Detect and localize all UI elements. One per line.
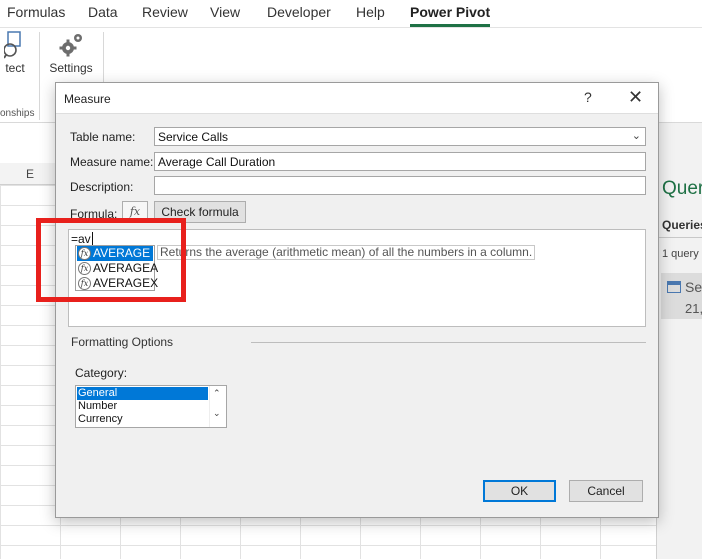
autocomplete-item-averagea[interactable]: fx AVERAGEA <box>77 261 158 276</box>
chevron-down-icon[interactable]: ⌄ <box>213 408 221 419</box>
query-count: 1 query <box>662 248 699 260</box>
ok-button[interactable]: OK <box>483 480 556 502</box>
fx-icon: fx <box>129 205 141 218</box>
autocomplete-list: fx AVERAGE fx AVERAGEA fx AVERAGEX <box>75 245 158 291</box>
description-label: Description: <box>70 180 134 194</box>
queries-pane: Queri Queries 1 query Ser 21, <box>656 123 702 559</box>
function-tooltip: Returns the average (arithmetic mean) of… <box>157 245 536 260</box>
category-option-number[interactable]: Number <box>77 400 208 413</box>
table-icon <box>667 281 681 293</box>
tab-developer[interactable]: Developer <box>267 4 331 20</box>
category-label: Category: <box>75 366 128 380</box>
description-field[interactable] <box>154 176 646 195</box>
function-icon: fx <box>78 247 91 260</box>
table-name-label: Table name: <box>70 130 136 144</box>
detect-button[interactable]: tect <box>0 30 30 75</box>
fx-button[interactable]: fx <box>122 201 148 223</box>
detect-label: tect <box>5 61 25 75</box>
chevron-down-icon: ⌄ <box>631 130 641 142</box>
measure-name-label: Measure name: <box>70 155 154 169</box>
tab-view[interactable]: View <box>210 4 240 20</box>
autocomplete-item-averagex[interactable]: fx AVERAGEX <box>77 276 158 291</box>
measure-dialog: Measure ? ✕ Table name: Service Calls ⌄ … <box>55 82 659 518</box>
function-icon: fx <box>78 262 91 275</box>
queries-pane-title: Queri <box>662 178 702 199</box>
autocomplete-item-label: AVERAGE <box>93 246 151 260</box>
query-item-rows: 21, <box>685 301 702 316</box>
settings-button[interactable]: Settings <box>48 30 94 75</box>
help-button[interactable]: ? <box>584 89 592 105</box>
detect-icon <box>3 31 21 59</box>
section-divider <box>251 342 646 343</box>
text-caret <box>91 232 93 245</box>
ribbon-group-label: onships <box>0 108 35 119</box>
formula-input-value: =av <box>71 232 91 246</box>
check-formula-button[interactable]: Check formula <box>154 201 246 223</box>
query-item[interactable]: Ser 21, <box>661 273 702 319</box>
tab-review[interactable]: Review <box>142 4 188 20</box>
formula-label: Formula: <box>70 207 118 221</box>
query-item-name: Ser <box>685 279 702 295</box>
function-icon: fx <box>78 277 91 290</box>
category-listbox[interactable]: General Number Currency ⌃ ⌄ <box>75 385 227 428</box>
settings-label: Settings <box>49 61 93 75</box>
table-name-combo[interactable]: Service Calls ⌄ <box>154 127 646 146</box>
formula-text: =av <box>71 232 93 246</box>
autocomplete-item-label: AVERAGEA <box>93 261 159 275</box>
ribbon-tab-bar: Formulas Data Review View Developer Help… <box>0 0 702 28</box>
autocomplete-item-label: AVERAGEX <box>93 276 159 290</box>
tab-formulas[interactable]: Formulas <box>7 4 65 20</box>
measure-name-field[interactable]: Average Call Duration <box>154 152 646 171</box>
cancel-button[interactable]: Cancel <box>569 480 643 502</box>
column-header-e[interactable]: E <box>26 167 34 181</box>
chevron-up-icon[interactable]: ⌃ <box>213 388 221 399</box>
dialog-title: Measure <box>64 92 111 106</box>
queries-tab-divider <box>657 237 702 238</box>
category-scrollbar[interactable]: ⌃ ⌄ <box>209 386 226 427</box>
formula-editor[interactable]: =av fx AVERAGE fx AVERAGEA fx AVERAGEX R… <box>68 229 646 327</box>
tab-queries[interactable]: Queries <box>662 218 702 232</box>
measure-name-value: Average Call Duration <box>158 155 276 169</box>
formatting-options-title: Formatting Options <box>71 335 174 349</box>
gear-icon <box>59 34 82 57</box>
tab-help[interactable]: Help <box>356 4 385 20</box>
tab-power-pivot[interactable]: Power Pivot <box>410 4 491 27</box>
category-option-currency[interactable]: Currency <box>77 413 208 426</box>
category-option-general[interactable]: General <box>77 387 208 400</box>
tab-data[interactable]: Data <box>88 4 118 20</box>
autocomplete-item-average[interactable]: fx AVERAGE <box>77 246 153 261</box>
ribbon-divider <box>39 32 40 120</box>
table-name-value: Service Calls <box>158 130 229 144</box>
dialog-body: Table name: Service Calls ⌄ Measure name… <box>56 113 658 517</box>
close-button[interactable]: ✕ <box>628 87 643 108</box>
